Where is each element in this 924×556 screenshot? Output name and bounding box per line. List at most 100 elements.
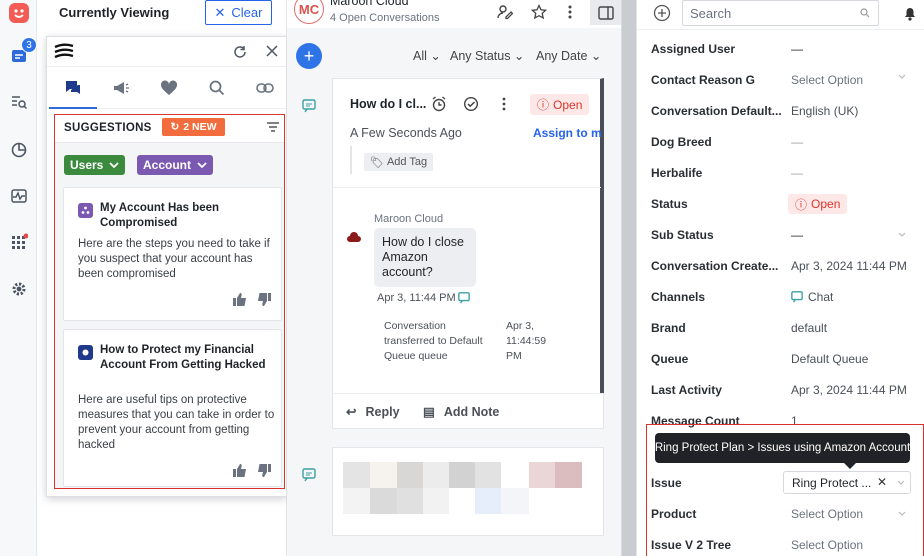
contact-avatar[interactable]: MC — [294, 0, 324, 24]
composer-actions: ↩ Reply ▤ Add Note — [332, 393, 604, 429]
search-list-icon[interactable] — [8, 91, 30, 113]
app-logo-icon[interactable] — [8, 2, 30, 24]
search-icon — [860, 8, 870, 18]
thumbs-down-icon[interactable] — [257, 293, 271, 306]
prop-label-assigned-user: Assigned User — [651, 42, 736, 56]
reports-pie-icon[interactable] — [8, 139, 30, 161]
open-conversations-count[interactable]: 4 Open Conversations — [330, 12, 439, 24]
refresh-icon[interactable] — [233, 45, 247, 59]
prop-value-channels: Chat — [791, 290, 833, 304]
search-placeholder: Search — [690, 6, 732, 21]
account-filter-chip[interactable]: Account — [137, 155, 213, 175]
toggle-panel-icon[interactable] — [590, 0, 622, 25]
menu-logo-icon[interactable] — [54, 43, 74, 61]
add-circle-icon[interactable] — [653, 4, 671, 22]
activity-icon[interactable] — [8, 185, 30, 207]
tab-announcement-icon[interactable] — [97, 68, 145, 108]
tab-favorite-heart-icon[interactable] — [145, 68, 193, 108]
prop-label-last-activity: Last Activity — [651, 383, 722, 397]
thumbs-down-icon[interactable] — [257, 464, 271, 477]
prop-value-last-activity: Apr 3, 2024 11:44 PM — [791, 383, 907, 397]
suggestion-body: Here are the steps you need to take if y… — [78, 238, 270, 280]
suggestion-title: My Account Has been Compromised — [100, 202, 220, 229]
close-icon[interactable] — [265, 44, 279, 58]
popup-tabs — [47, 68, 286, 109]
chevron-down-icon — [898, 74, 906, 80]
card-divider — [333, 187, 601, 188]
status-badge[interactable]: ⓘ Open — [788, 194, 848, 214]
suggestion-card[interactable]: My Account Has been Compromised Here are… — [63, 187, 282, 321]
reply-button[interactable]: ↩ Reply — [346, 404, 400, 420]
new-suggestions-badge[interactable]: ↻ 2 NEW — [162, 118, 225, 136]
tag-icon: 🏷 — [370, 156, 384, 169]
message-bubble[interactable]: How do I close Amazon account? — [374, 228, 476, 287]
message-sender: Maroon Cloud — [374, 213, 444, 225]
tooltip-arrow — [844, 463, 856, 469]
next-conversation-card[interactable] — [332, 447, 604, 536]
prop-label-contact-reason: Contact Reason G — [651, 73, 756, 87]
tab-link-icon[interactable] — [241, 68, 289, 108]
prop-label-channels: Channels — [651, 290, 706, 304]
clear-button[interactable]: ✕ Clear — [205, 0, 272, 25]
prop-value-language[interactable]: English (UK) — [791, 104, 858, 118]
message-text: How do I close Amazon account? — [382, 235, 464, 279]
add-tag-button[interactable]: 🏷 Add Tag — [364, 153, 434, 171]
filter-all[interactable]: All ⌄ — [413, 48, 441, 63]
settings-gear-icon[interactable] — [8, 278, 30, 300]
issue-select[interactable]: Ring Protect ... ✕ — [783, 471, 911, 494]
suggestion-body: Here are useful tips on protective measu… — [78, 394, 275, 451]
suggestions-popup: SUGGESTIONS ↻ 2 NEW Users Account My Acc… — [46, 36, 287, 497]
thumbs-up-icon[interactable] — [233, 464, 247, 477]
prop-value-assigned-user[interactable]: — — [791, 42, 803, 56]
alert-circle-icon: ⓘ — [795, 197, 808, 212]
prop-value-sub-status[interactable]: — — [791, 228, 803, 242]
conversation-column: MC Maroon Cloud 4 Open Conversations + A… — [287, 0, 622, 556]
suggestion-card[interactable]: How to Protect my Financial Account From… — [63, 329, 282, 487]
redacted-block — [423, 462, 449, 488]
more-options-icon[interactable] — [502, 97, 506, 111]
conversation-time-ago: A Few Seconds Ago — [350, 126, 462, 140]
prop-value-issue-v2-tree[interactable]: Select Option — [791, 538, 863, 552]
prop-value-contact-reason[interactable]: Select Option — [791, 73, 863, 87]
add-note-label: Add Note — [443, 404, 500, 419]
filter-icon[interactable] — [267, 122, 279, 132]
star-icon[interactable] — [531, 4, 547, 20]
more-options-icon[interactable] — [568, 4, 572, 20]
users-filter-chip[interactable]: Users — [64, 155, 126, 175]
tab-chat-icon[interactable] — [49, 68, 97, 108]
prop-value-product[interactable]: Select Option — [791, 507, 863, 521]
prop-value-herbalife[interactable]: — — [791, 166, 803, 180]
search-input[interactable]: Search — [682, 0, 879, 26]
redacted-block — [475, 462, 501, 488]
prop-value-dog-breed[interactable]: — — [791, 135, 803, 149]
redacted-block — [397, 462, 423, 488]
redacted-block — [370, 488, 397, 514]
message-time: Apr 3, 11:44 PM — [377, 292, 456, 304]
add-tag-label: Add Tag — [386, 156, 428, 168]
clear-selection-icon[interactable]: ✕ — [877, 475, 887, 489]
thumbs-up-icon[interactable] — [233, 293, 247, 306]
conversation-subject[interactable]: How do I cl... — [350, 97, 426, 111]
filter-date[interactable]: Any Date ⌄ — [536, 48, 601, 63]
conversation-card[interactable]: How do I cl... ⓘ Open A Few Seconds Ago … — [332, 78, 604, 428]
assign-user-icon[interactable] — [497, 4, 513, 20]
issue-tooltip: Ring Protect Plan > Issues using Amazon … — [655, 433, 910, 463]
new-badge-label: 2 NEW — [183, 121, 217, 133]
currently-viewing-title: Currently Viewing — [59, 5, 170, 20]
status-badge[interactable]: ⓘ Open — [530, 94, 590, 115]
popup-toolbar — [47, 37, 286, 67]
filter-status[interactable]: Any Status ⌄ — [450, 48, 524, 63]
prop-label-product: Product — [651, 507, 697, 521]
prop-label-herbalife: Herbalife — [651, 166, 703, 180]
note-icon: ▤ — [423, 405, 435, 419]
panel-divider[interactable] — [622, 0, 636, 556]
contact-name[interactable]: Maroon Cloud — [330, 0, 409, 8]
prop-value-brand: default — [791, 321, 828, 335]
resolve-check-icon[interactable] — [463, 96, 479, 112]
add-note-button[interactable]: ▤ Add Note — [423, 404, 500, 420]
apps-grid-icon[interactable] — [8, 231, 30, 253]
assign-to-me-link[interactable]: Assign to me — [533, 126, 601, 140]
snooze-clock-icon[interactable] — [431, 96, 447, 112]
bell-icon[interactable] — [903, 5, 917, 21]
tab-search-icon[interactable] — [193, 68, 241, 108]
